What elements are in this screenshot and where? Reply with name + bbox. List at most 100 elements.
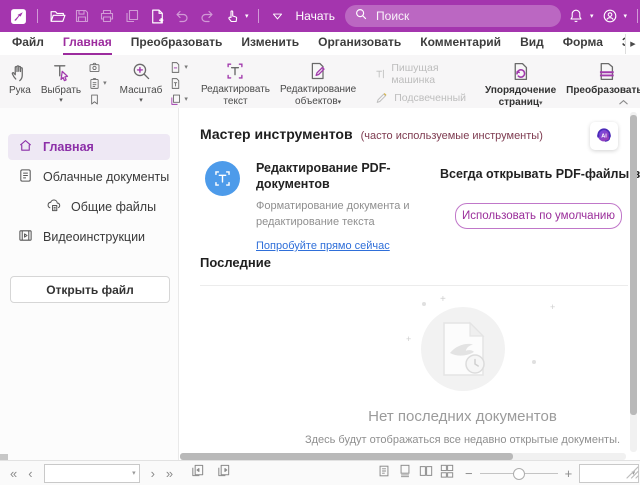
- menu-home[interactable]: Главная: [63, 35, 112, 55]
- zoom-slider-knob[interactable]: [513, 468, 525, 480]
- edit-pdf-tool-card[interactable]: Редактирование PDF-документов Форматиров…: [205, 161, 436, 254]
- page-number-combobox[interactable]: ▾: [44, 464, 140, 483]
- collapse-ribbon-icon[interactable]: [616, 96, 630, 108]
- sidebar-item-home[interactable]: Главная: [8, 134, 170, 160]
- duplicate-pages-icon[interactable]: ▾: [169, 93, 188, 106]
- notifications-bell-icon[interactable]: [566, 6, 586, 26]
- menu-edit[interactable]: Изменить: [241, 35, 299, 55]
- comment-tools-stack: Пишущая машинка Подсвеченный: [367, 57, 474, 110]
- tool-card-title: Редактирование PDF-документов: [256, 161, 411, 192]
- edit-objects-button[interactable]: Редактирование объектов▾: [275, 57, 361, 110]
- open-file-icon[interactable]: [47, 6, 67, 26]
- menu-view[interactable]: Вид: [520, 35, 544, 55]
- set-default-button[interactable]: Использовать по умолчанию: [455, 203, 622, 229]
- recent-empty-state: + + + Нет последних документов Здесь буд…: [232, 293, 640, 446]
- sparkle-icon: +: [406, 335, 411, 344]
- horizontal-scrollbar[interactable]: [180, 453, 626, 460]
- home-icon: [18, 138, 33, 156]
- next-page-button[interactable]: ›: [151, 467, 155, 480]
- ai-assistant-button[interactable]: AI: [590, 122, 618, 150]
- clipboard-icon[interactable]: ▾: [88, 77, 107, 90]
- window-resize-grip[interactable]: [626, 466, 639, 484]
- hand-tool-button[interactable]: Рука: [4, 57, 36, 110]
- sidebar-item-cloud-documents[interactable]: Облачные документы ▾: [8, 164, 170, 190]
- vertical-scrollbar[interactable]: [630, 112, 637, 452]
- statusbar: « ‹ ▾ › »: [0, 460, 640, 485]
- search-input[interactable]: [374, 8, 552, 24]
- zoom-out-button[interactable]: −: [465, 467, 473, 480]
- ribbon-toolbar: Рука Выбрать ▾ ▾ Масштаб: [0, 55, 640, 113]
- edit-text-button[interactable]: Редактировать текст: [196, 57, 275, 110]
- account-caret-icon[interactable]: ▾: [624, 13, 628, 20]
- highlight-button[interactable]: Подсвеченный: [375, 91, 466, 105]
- insert-page-icon[interactable]: ▾: [169, 61, 188, 74]
- empty-documents-illustration: [421, 307, 505, 391]
- edit-objects-label: Редактирование объектов▾: [280, 84, 356, 108]
- snapshot-icon[interactable]: [88, 61, 107, 74]
- clipboard-caret-icon: ▾: [103, 80, 107, 87]
- notifications-caret-icon[interactable]: ▾: [590, 13, 594, 20]
- first-page-button[interactable]: «: [10, 467, 17, 480]
- search-box[interactable]: [345, 5, 561, 27]
- highlight-label: Подсвеченный: [394, 92, 466, 104]
- horizontal-scrollbar-thumb[interactable]: [180, 453, 513, 460]
- sidebar-item-shared-files[interactable]: Общие файлы: [8, 194, 170, 220]
- edit-objects-icon: [308, 61, 328, 81]
- cloud-document-icon: [18, 168, 33, 186]
- create-pdf-icon[interactable]: [147, 6, 167, 26]
- titlebar: ▾ Начать ▾ ▾: [0, 0, 640, 32]
- page-number-input[interactable]: [48, 466, 132, 480]
- open-file-button[interactable]: Открыть файл: [10, 276, 170, 303]
- tool-card-description: Форматирование документа и редактировани…: [256, 199, 436, 231]
- undo-icon[interactable]: [172, 6, 192, 26]
- sidebar-item-label: Облачные документы: [43, 170, 169, 184]
- sparkle-icon: +: [440, 295, 446, 305]
- save-icon[interactable]: [72, 6, 92, 26]
- quick-access-chevron-icon[interactable]: [268, 6, 288, 26]
- previous-page-button[interactable]: ‹: [28, 467, 32, 480]
- bookmark-icon[interactable]: [88, 93, 107, 106]
- svg-text:AI: AI: [601, 133, 607, 139]
- zoom-in-button[interactable]: +: [565, 467, 573, 480]
- menu-convert[interactable]: Преобразовать: [131, 35, 223, 55]
- app-window: ▾ Начать ▾ ▾: [0, 0, 640, 485]
- previous-view-icon[interactable]: [190, 463, 205, 483]
- account-icon[interactable]: [600, 6, 620, 26]
- sidebar-item-label: Главная: [43, 140, 94, 154]
- page-subtitle: (часто используемые инструменты): [361, 130, 543, 142]
- try-now-link[interactable]: Попробуйте прямо сейчас: [256, 240, 390, 252]
- edit-text-icon: [225, 61, 245, 81]
- empty-state-title: Нет последних документов: [232, 408, 640, 425]
- menu-organize[interactable]: Организовать: [318, 35, 401, 55]
- titlebar-separator: [637, 9, 638, 23]
- print-icon[interactable]: [97, 6, 117, 26]
- sparkle-dot-icon: [532, 360, 536, 364]
- zoom-slider[interactable]: [480, 468, 558, 478]
- next-view-icon[interactable]: [216, 463, 231, 483]
- menu-overflow-arrow-icon[interactable]: ▶: [625, 34, 640, 54]
- redo-icon[interactable]: [197, 6, 217, 26]
- menu-form[interactable]: Форма: [563, 35, 603, 55]
- single-page-view-icon[interactable]: [377, 464, 391, 483]
- continuous-view-icon[interactable]: [398, 464, 412, 483]
- export-pdf-icon[interactable]: [122, 6, 142, 26]
- start-tab-label[interactable]: Начать: [296, 9, 336, 23]
- zoom-tool-button[interactable]: Масштаб ▾: [115, 57, 168, 110]
- facing-view-icon[interactable]: [419, 464, 433, 483]
- organize-pages-button[interactable]: Упорядочение страниц▾: [480, 57, 561, 110]
- typewriter-button[interactable]: Пишущая машинка: [375, 62, 466, 86]
- last-page-button[interactable]: »: [166, 467, 173, 480]
- edit-pdf-tool-texts: Редактирование PDF-документов Форматиров…: [256, 161, 436, 254]
- sidebar-item-video-tutorials[interactable]: Видеоинструкции: [8, 224, 170, 250]
- vertical-scrollbar-thumb[interactable]: [630, 115, 637, 415]
- menu-file[interactable]: Файл: [12, 35, 44, 55]
- menu-comment[interactable]: Комментарий: [420, 35, 501, 55]
- zoom-level-input[interactable]: [583, 466, 631, 480]
- select-tool-button[interactable]: Выбрать ▾: [36, 57, 86, 110]
- titlebar-right-controls: ▾ ▾: [566, 6, 640, 26]
- sidebar-item-label: Видеоинструкции: [43, 230, 145, 244]
- add-text-page-icon[interactable]: [169, 77, 188, 90]
- touch-mode-caret-icon[interactable]: ▾: [245, 13, 249, 20]
- touch-mode-icon[interactable]: [222, 6, 242, 26]
- facing-continuous-view-icon[interactable]: [440, 464, 454, 483]
